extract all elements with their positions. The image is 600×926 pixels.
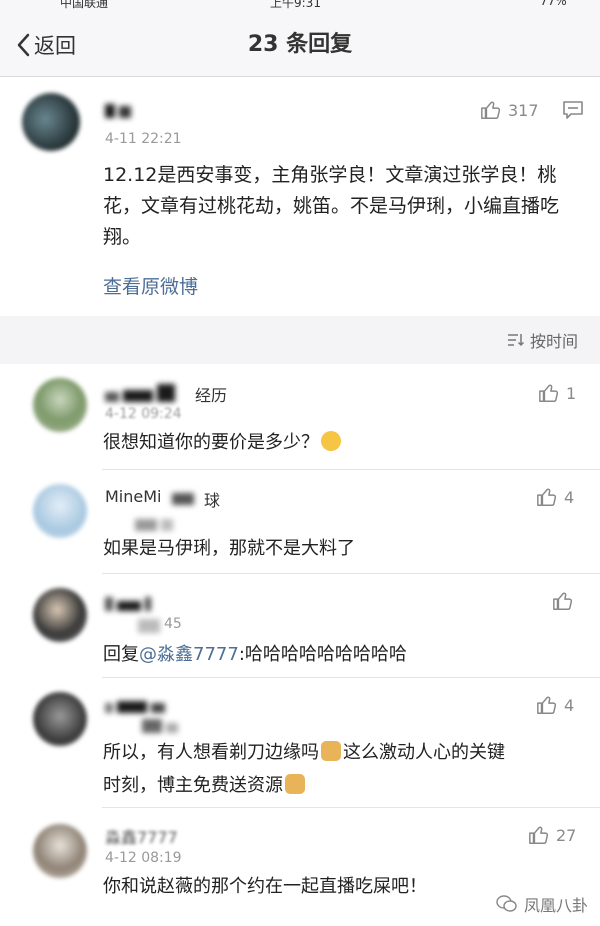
nav-bar: 返回 23 条回复	[0, 14, 600, 77]
comment-text: 回复@淼鑫7777:哈哈哈哈哈哈哈哈哈	[103, 638, 407, 671]
reply-icon[interactable]	[562, 100, 584, 120]
comment-time-redacted	[138, 618, 164, 637]
like-button[interactable]: 4	[536, 486, 574, 508]
post-text: 12.12是西安事变，主角张学良！文章演过张学良！桃花，文章有过桃花劫，姚笛。不…	[103, 164, 560, 248]
thumbs-up-icon	[481, 101, 501, 119]
avatar[interactable]	[33, 378, 87, 432]
comment-item: 经历 4-12 09:24 1 很想知道你的要价是多少？	[0, 364, 600, 470]
cat-emoji-icon	[321, 741, 341, 761]
battery-label: 77%	[540, 0, 567, 8]
comment-time: 45	[164, 616, 182, 632]
like-count: 4	[564, 695, 575, 715]
like-button[interactable]: 317	[480, 99, 539, 121]
author-name[interactable]: 淼鑫7777	[105, 824, 178, 848]
like-count: 1	[566, 383, 577, 403]
avatar[interactable]	[33, 588, 87, 642]
thumbs-up-icon	[553, 592, 573, 610]
author-name[interactable]	[105, 103, 135, 122]
view-original-link[interactable]: 查看原微博	[103, 272, 198, 299]
like-button[interactable]: 1	[538, 382, 576, 404]
avatar[interactable]	[33, 692, 87, 746]
comment-item: MineMi 球 4 如果是马伊琍，那就不是大料了	[0, 470, 600, 574]
comment-body-cont: 这么激动人心的关键	[343, 742, 505, 763]
thumbs-up-icon	[537, 488, 557, 506]
like-button[interactable]: 4	[536, 694, 574, 716]
like-button[interactable]: 27	[528, 824, 576, 846]
avatar[interactable]	[33, 484, 87, 538]
like-count: 317	[508, 100, 539, 120]
carrier-label: 中国联通	[60, 0, 109, 10]
mention-link[interactable]: @淼鑫7777	[139, 644, 239, 665]
sort-icon	[507, 334, 525, 347]
watermark-text: 凤凰八卦	[523, 896, 588, 915]
comment-time: 4-12 08:19	[105, 850, 182, 866]
wechat-icon	[496, 895, 517, 912]
comment-time-redacted	[142, 718, 182, 737]
sort-by-time-button[interactable]: 按时间	[506, 328, 578, 352]
comment-body: :哈哈哈哈哈哈哈哈哈	[238, 644, 407, 665]
cat-emoji-icon	[285, 774, 305, 794]
comment-text: 很想知道你的要价是多少？	[103, 426, 343, 459]
laughing-emoji-icon	[321, 431, 341, 451]
thumbs-up-icon	[529, 826, 549, 844]
comment-body-line2: 时刻，博主免费送资源	[103, 775, 283, 796]
comment-text: 所以，有人想看剃刀边缘吗 这么激动人心的关键 时刻，博主免费送资源	[103, 736, 505, 802]
comment-body: 所以，有人想看剃刀边缘吗	[103, 742, 319, 763]
like-count: 27	[556, 825, 577, 845]
comment-item: 45 回复@淼鑫7777:哈哈哈哈哈哈哈哈哈	[0, 574, 600, 678]
like-count: 4	[564, 487, 575, 507]
avatar[interactable]	[22, 93, 80, 151]
author-name-redacted[interactable]	[105, 698, 169, 717]
author-name-redacted[interactable]	[105, 384, 179, 406]
sort-label: 按时间	[529, 332, 578, 351]
sort-bar: 按时间	[0, 316, 600, 364]
comment-text: 你和说赵薇的那个约在一起直播吃屎吧！	[103, 876, 427, 897]
thumbs-up-icon	[539, 384, 559, 402]
reply-prefix: 回复	[103, 644, 139, 665]
author-name-redacted[interactable]	[172, 490, 198, 509]
page-title: 23 条回复	[247, 32, 353, 57]
status-bar: 中国联通 上午9:31 77%	[0, 0, 600, 14]
author-name-suffix[interactable]: 经历	[195, 382, 227, 406]
comment-item: 4 所以，有人想看剃刀边缘吗 这么激动人心的关键 时刻，博主免费送资源	[0, 678, 600, 808]
post-time: 4-11 22:21	[105, 131, 182, 147]
watermark: 凤凰八卦	[496, 892, 588, 916]
author-name-redacted[interactable]	[105, 596, 155, 615]
original-post: 4-11 22:21 317 12.12是西安事变，主角张学良！文章演过张学良！…	[0, 77, 600, 317]
comment-time: 4-12 09:24	[105, 406, 182, 422]
thumbs-up-icon	[537, 696, 557, 714]
clock: 上午9:31	[270, 0, 321, 10]
author-name-suffix[interactable]: 球	[204, 487, 220, 511]
comment-text: 如果是马伊琍，那就不是大料了	[103, 538, 355, 559]
like-button[interactable]	[552, 590, 580, 612]
avatar[interactable]	[33, 824, 87, 878]
comment-body: 很想知道你的要价是多少？	[103, 432, 319, 453]
author-name-prefix[interactable]: MineMi	[105, 487, 161, 506]
